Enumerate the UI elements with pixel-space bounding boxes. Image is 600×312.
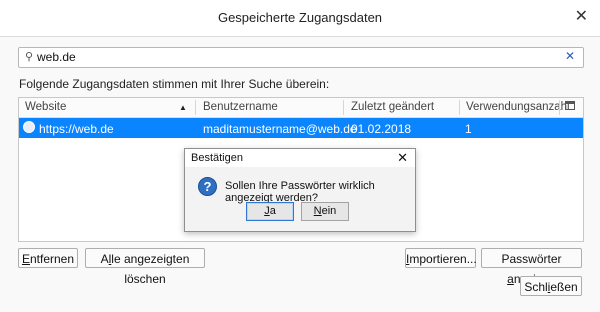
close-button[interactable]: Schließen [520, 276, 582, 296]
show-passwords-button-accesskey: a [507, 272, 514, 286]
column-divider [343, 100, 344, 115]
column-header-website[interactable]: Website [25, 101, 66, 113]
search-value: web.de [37, 50, 76, 64]
remove-button[interactable]: Entfernen [18, 248, 78, 268]
clear-search-icon[interactable]: ✕ [565, 49, 575, 63]
cell-uses: 1 [465, 122, 472, 136]
remove-all-button[interactable]: Alle angezeigten löschen [85, 248, 205, 286]
column-header-username[interactable]: Benutzername [203, 101, 278, 113]
column-divider [559, 100, 560, 115]
table-row[interactable]: https://web.de maditamustername@web.de 0… [19, 118, 583, 138]
close-icon[interactable]: ✕ [575, 9, 588, 25]
dialog-close-icon[interactable]: ✕ [397, 150, 408, 166]
window-title: Gespeicherte Zugangsdaten [217, 10, 383, 25]
cell-website: https://web.de [39, 122, 114, 136]
dialog-title: Bestätigen [191, 152, 243, 164]
dialog-message: Sollen Ihre Passwörter wirklich angezeig… [225, 180, 375, 204]
no-button[interactable]: Nein [301, 202, 349, 221]
search-icon: ⚲ [25, 51, 34, 63]
sort-ascending-icon: ▲ [179, 103, 187, 112]
question-icon: ? [198, 177, 217, 196]
no-button-accesskey: N [313, 205, 322, 217]
close-button-label: Schl [524, 280, 548, 294]
cell-username: maditamustername@web.de [203, 122, 357, 136]
import-button[interactable]: Importieren... [405, 248, 477, 268]
search-input[interactable]: ⚲ web.de ✕ [18, 47, 584, 68]
cell-changed: 01.02.2018 [351, 122, 412, 136]
show-passwords-button[interactable]: Passwörter anzeigen [481, 248, 582, 286]
no-button-label: ein [321, 205, 337, 217]
confirm-dialog: Bestätigen ✕ ? Sollen Ihre Passwörter wi… [184, 148, 416, 232]
column-divider [195, 100, 196, 115]
column-picker-icon[interactable] [565, 101, 575, 110]
remove-button-accesskey: E [21, 252, 30, 266]
column-header-changed[interactable]: Zuletzt geändert [351, 101, 434, 113]
column-header-uses[interactable]: Verwendungsanzahl [466, 101, 570, 113]
remove-button-label-rest: ntfernen [29, 252, 75, 266]
dialog-titlebar: Bestätigen ✕ [185, 149, 415, 167]
close-button-label-rest: eßen [550, 280, 578, 294]
globe-icon [23, 121, 35, 133]
remove-all-button-label: A [100, 252, 109, 266]
remove-all-button-label-rest: le angezeigten löschen [111, 252, 190, 286]
window-titlebar: Gespeicherte Zugangsdaten ✕ [0, 0, 600, 37]
yes-button[interactable]: Ja [246, 202, 294, 221]
show-passwords-button-label: Passwörter [501, 252, 562, 266]
table-header: Website ▲ Benutzername Zuletzt geändert … [19, 98, 583, 118]
match-label: Folgende Zugangsdaten stimmen mit Ihrer … [19, 77, 330, 91]
column-divider [459, 100, 460, 115]
import-button-label-rest: mportieren... [409, 252, 477, 266]
yes-button-label: a [269, 205, 276, 217]
